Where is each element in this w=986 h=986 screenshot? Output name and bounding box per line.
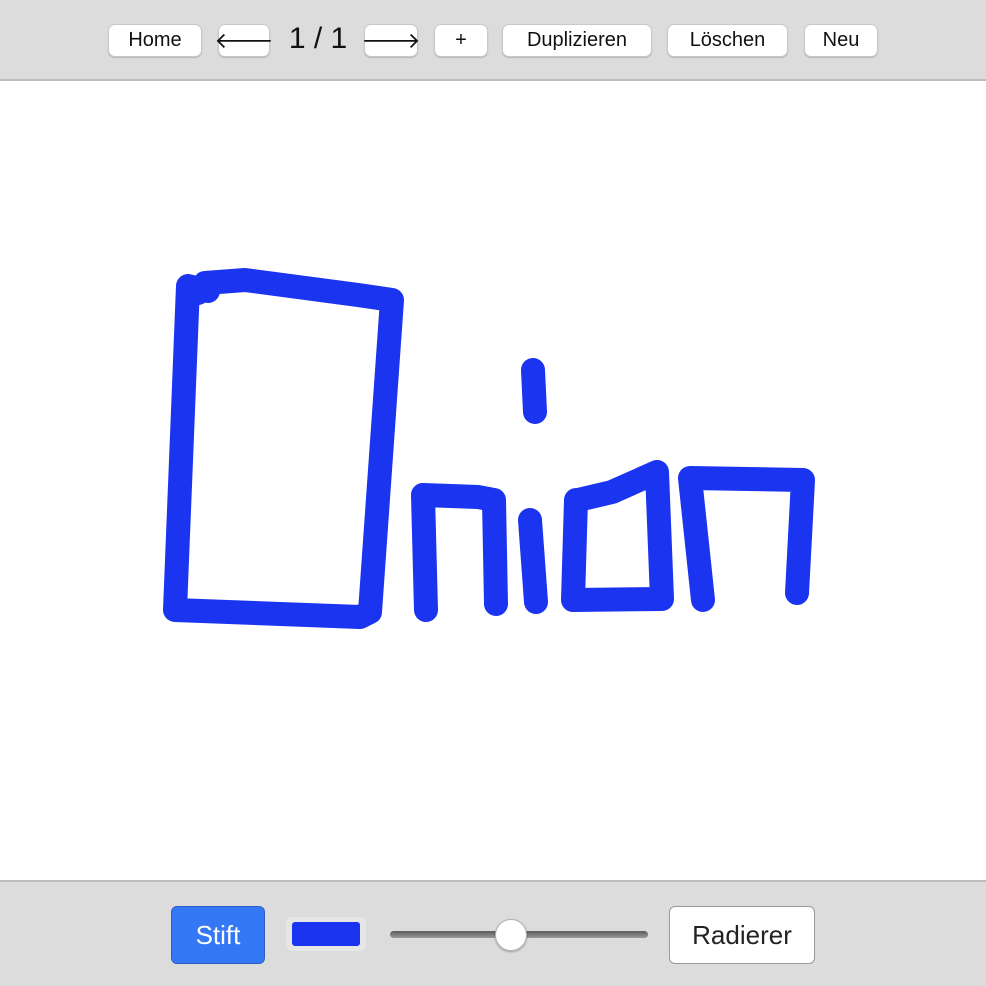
color-swatch [292, 922, 360, 946]
toolbar: Home 🡐 1 / 1 🡒 + Duplizieren Löschen Neu [0, 0, 986, 81]
stroke-letter-n-second [678, 466, 815, 612]
stroke-letter-i-stem [518, 508, 548, 614]
add-page-button[interactable]: + [434, 24, 488, 57]
stroke-letter-o-small [561, 460, 674, 612]
stroke-letter-n-stem [411, 483, 438, 622]
handwritten-drawing [163, 268, 815, 629]
color-picker[interactable] [286, 917, 366, 951]
delete-button[interactable]: Löschen [667, 24, 788, 57]
next-page-button[interactable]: 🡒 [361, 24, 421, 57]
new-button[interactable]: Neu [804, 24, 878, 57]
stroke-letter-i-dot [521, 358, 547, 424]
drawing-canvas[interactable] [0, 81, 986, 880]
slider-thumb[interactable] [495, 919, 528, 951]
pen-tool-button[interactable]: Stift [171, 906, 265, 964]
tool-bar: Stift Radierer [0, 880, 986, 986]
stroke-letter-o [163, 268, 404, 629]
arrow-left-icon: 🡐 [214, 27, 274, 53]
home-button[interactable]: Home [108, 24, 202, 57]
duplicate-button[interactable]: Duplizieren [502, 24, 652, 57]
arrow-right-icon: 🡒 [361, 27, 421, 53]
prev-page-button[interactable]: 🡐 [215, 24, 274, 57]
size-slider[interactable] [390, 919, 648, 951]
page-indicator: 1 / 1 [288, 22, 348, 55]
eraser-tool-button[interactable]: Radierer [669, 906, 815, 964]
